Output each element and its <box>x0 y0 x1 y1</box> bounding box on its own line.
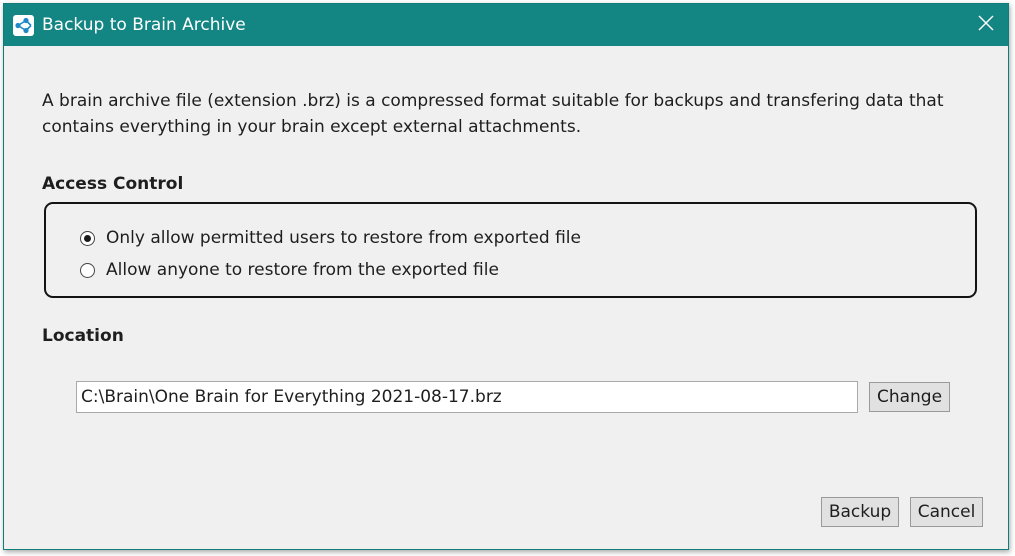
backup-dialog: Backup to Brain Archive A brain archive … <box>3 3 1009 550</box>
dialog-body: A brain archive file (extension .brz) is… <box>4 46 1008 549</box>
brain-logo-icon <box>13 15 34 36</box>
access-control-heading: Access Control <box>42 174 184 194</box>
radio-permitted-users[interactable]: Only allow permitted users to restore fr… <box>80 228 581 248</box>
close-button[interactable] <box>968 8 1004 42</box>
location-path-input[interactable] <box>76 381 858 413</box>
change-location-button[interactable]: Change <box>869 382 950 412</box>
location-heading: Location <box>42 326 124 346</box>
radio-button-unselected[interactable] <box>80 262 95 278</box>
access-control-group: Only allow permitted users to restore fr… <box>44 202 977 298</box>
radio-button-selected[interactable] <box>80 230 95 246</box>
close-icon <box>978 15 994 35</box>
radio-anyone[interactable]: Allow anyone to restore from the exporte… <box>80 260 499 280</box>
backup-button[interactable]: Backup <box>821 497 899 527</box>
description-text: A brain archive file (extension .brz) is… <box>42 91 944 137</box>
cancel-button[interactable]: Cancel <box>910 497 983 527</box>
dialog-title: Backup to Brain Archive <box>42 15 246 35</box>
radio-label-permitted-users: Only allow permitted users to restore fr… <box>106 228 581 248</box>
title-bar[interactable]: Backup to Brain Archive <box>4 4 1008 46</box>
radio-label-anyone: Allow anyone to restore from the exporte… <box>106 260 499 280</box>
